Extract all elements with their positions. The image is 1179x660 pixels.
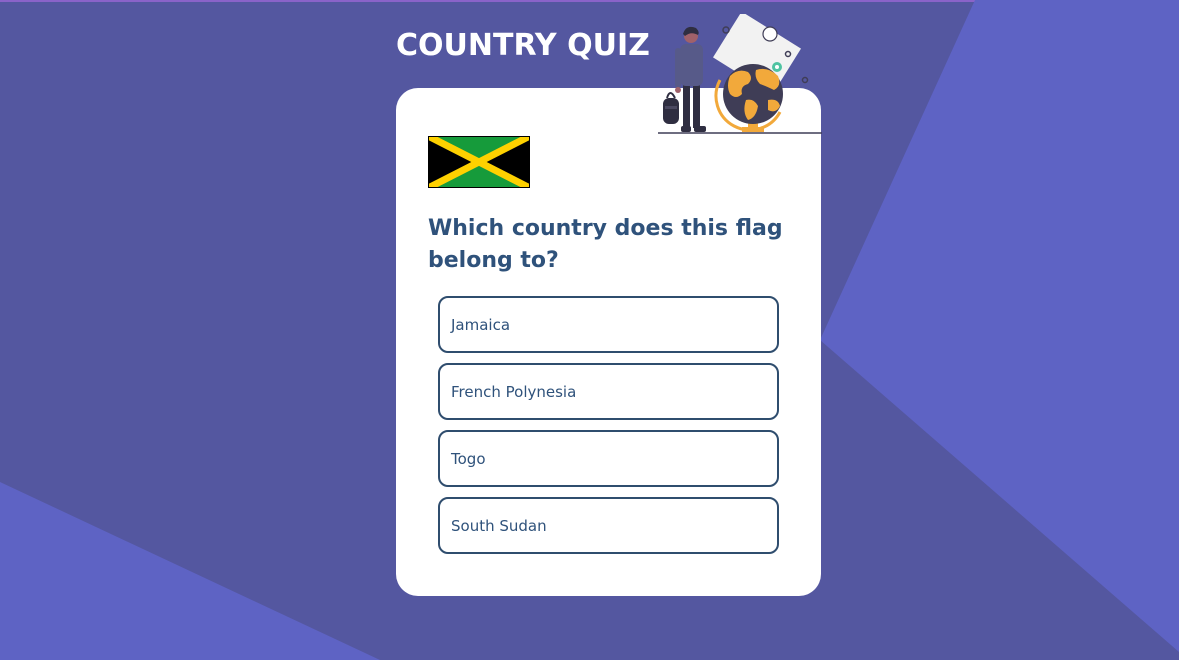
answer-option-label: French Polynesia — [451, 382, 577, 401]
question-text: Which country does this flag belong to? — [428, 216, 783, 273]
page-title: COUNTRY QUIZ — [396, 28, 650, 63]
answer-option-1[interactable]: Jamaica — [438, 296, 779, 353]
answer-option-label: Jamaica — [451, 315, 511, 334]
jamaica-flag-icon — [428, 136, 530, 188]
answer-options: Jamaica French Polynesia Togo South Suda… — [438, 296, 779, 564]
answer-option-label: South Sudan — [451, 516, 547, 535]
answer-option-4[interactable]: South Sudan — [438, 497, 779, 554]
quiz-card: Which country does this flag belong to? … — [396, 88, 821, 596]
answer-option-3[interactable]: Togo — [438, 430, 779, 487]
answer-option-label: Togo — [451, 449, 486, 468]
traveler-globe-illustration — [658, 14, 822, 134]
answer-option-2[interactable]: French Polynesia — [438, 363, 779, 420]
